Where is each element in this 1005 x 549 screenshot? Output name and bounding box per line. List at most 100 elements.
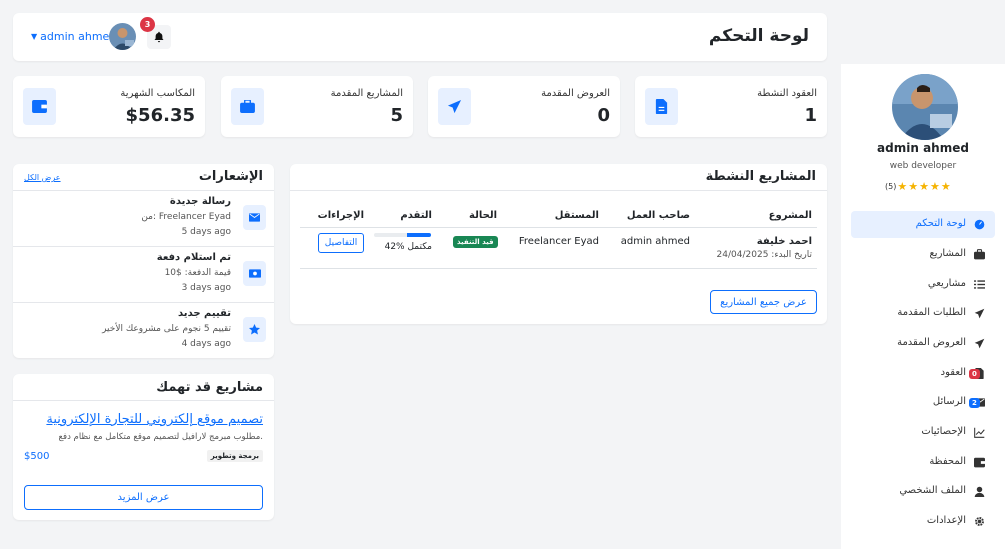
notification-time: 4 days ago	[181, 339, 231, 349]
notification-time: 5 days ago	[181, 227, 231, 237]
notification-item[interactable]: تم استلام دفعة قيمة الدفعة: $10 3 days a…	[13, 247, 274, 303]
category-tag: برمجة وتطوير	[206, 450, 263, 462]
sidebar-item-projects[interactable]: المشاريع	[851, 241, 995, 268]
column-header-actions: الإجراءات	[317, 210, 364, 221]
table-divider	[300, 227, 817, 228]
project-budget: $500	[24, 451, 50, 462]
column-header-project: المشروع	[768, 210, 812, 221]
active-projects-header: المشاريع النشطة	[290, 164, 827, 191]
bell-icon	[154, 31, 164, 43]
suggested-projects-header: مشاريع قد تهمك	[13, 374, 274, 401]
briefcase-icon	[974, 249, 985, 260]
page-title: لوحة التحكم	[708, 26, 809, 46]
stat-value: 5	[390, 105, 403, 126]
sidebar-item-label: المحفظة	[929, 456, 966, 467]
notification-title: تم استلام دفعة	[156, 252, 231, 263]
notification-desc: تقييم 5 نجوم على مشروعك الأخير	[102, 324, 231, 334]
notification-time: 3 days ago	[181, 283, 231, 293]
sidebar-item-contracts[interactable]: العقود 0	[851, 360, 995, 387]
top-bar: لوحة التحكم ▼ admin ahmed 3	[13, 13, 827, 61]
sidebar-item-messages[interactable]: الرسائل 2	[851, 389, 995, 416]
star-icon: ★	[940, 180, 951, 193]
user-icon	[974, 486, 985, 497]
stat-card-submitted-projects: المشاريع المقدمة 5	[221, 76, 413, 137]
stat-card-monthly-earnings: المكاسب الشهرية $56.35	[13, 76, 205, 137]
sidebar-item-label: مشاريعي	[927, 278, 966, 289]
sidebar-item-profile[interactable]: الملف الشخصي	[851, 478, 995, 505]
sidebar-item-settings[interactable]: الإعدادات	[851, 508, 995, 535]
paper-plane-icon	[974, 338, 985, 349]
star-icon: ★	[919, 180, 929, 193]
contracts-count-badge: 0	[969, 369, 980, 379]
stat-label: المشاريع المقدمة	[330, 88, 403, 99]
view-all-link[interactable]: عرض الكل	[24, 173, 61, 182]
notification-item[interactable]: تقييم جديد تقييم 5 نجوم على مشروعك الأخي…	[13, 303, 274, 359]
dashboard-icon	[974, 219, 985, 230]
sidebar-item-wallet[interactable]: المحفظة	[851, 449, 995, 476]
progress-bar-fill	[407, 233, 431, 237]
paper-plane-icon	[438, 88, 471, 125]
sidebar-item-submitted-requests[interactable]: الطلبات المقدمة	[851, 300, 995, 327]
active-projects-panel: المشاريع النشطة المشروع صاحب العمل المست…	[290, 164, 827, 324]
project-client: admin ahmed	[620, 236, 690, 247]
sidebar-item-label: الطلبات المقدمة	[897, 307, 966, 318]
gear-icon	[975, 517, 984, 526]
star-icon: ★	[929, 180, 940, 193]
notification-title: رسالة جديدة	[169, 196, 231, 207]
suggested-project-link[interactable]: تصميم موقع إلكتروني للتجارة الإلكترونية	[46, 412, 263, 427]
sidebar-item-label: لوحة التحكم	[915, 218, 966, 229]
wallet-icon	[23, 88, 56, 125]
profile-name: admin ahmed	[877, 141, 969, 155]
stat-value: 1	[804, 105, 817, 126]
stat-label: المكاسب الشهرية	[120, 88, 195, 99]
notification-desc: قيمة الدفعة: $10	[164, 268, 231, 278]
notification-item[interactable]: رسالة جديدة من: Freelancer Eyad 5 days a…	[13, 191, 274, 247]
rating-count: (5)	[885, 182, 897, 191]
star-icon: ★	[908, 180, 919, 193]
suggested-project-description: مطلوب مبرمج لارافيل لتصميم موقع متكامل م…	[58, 432, 263, 442]
notification-desc: من: Freelancer Eyad	[141, 212, 231, 222]
sidebar-item-label: المشاريع	[929, 248, 966, 259]
sidebar-item-dashboard[interactable]: لوحة التحكم	[851, 211, 995, 238]
money-icon	[243, 261, 266, 286]
avatar[interactable]	[109, 23, 136, 50]
suggested-projects-panel: مشاريع قد تهمك تصميم موقع إلكتروني للتجا…	[13, 374, 274, 520]
profile-role: web developer	[889, 161, 957, 171]
column-header-client: صاحب العمل	[626, 210, 690, 221]
sidebar-item-submitted-offers[interactable]: العروض المقدمة	[851, 330, 995, 357]
notification-count-badge: 3	[140, 17, 155, 32]
details-button[interactable]: التفاصيل	[318, 233, 364, 253]
list-icon	[974, 280, 985, 289]
status-badge: قيد التنفيذ	[453, 236, 498, 248]
table-divider	[300, 268, 817, 269]
sidebar-item-label: العقود	[940, 367, 966, 378]
progress-label: 42% مكتمل	[384, 242, 432, 252]
contract-file-icon	[645, 88, 678, 125]
caret-down-icon: ▼	[31, 32, 38, 41]
sidebar-item-my-projects[interactable]: مشاريعي	[851, 271, 995, 298]
sidebar-item-statistics[interactable]: الإحصائيات	[851, 419, 995, 446]
view-all-projects-button[interactable]: عرض جميع المشاريع	[710, 290, 817, 314]
user-name: admin ahmed	[40, 30, 117, 43]
notifications-panel: الإشعارات عرض الكل رسالة جديدة من: Freel…	[13, 164, 274, 358]
stat-label: العقود النشطة	[757, 88, 817, 99]
wallet-icon	[974, 457, 985, 468]
sidebar-item-label: الملف الشخصي	[899, 485, 966, 496]
sidebar-item-label: الإعدادات	[926, 515, 966, 526]
column-header-freelancer: المستقل	[554, 210, 599, 221]
notifications-title: الإشعارات	[198, 169, 263, 184]
sidebar-item-label: الإحصائيات	[921, 426, 966, 437]
progress-bar	[374, 233, 431, 237]
project-start-date: تاريخ البدء: 24/04/2025	[716, 250, 812, 260]
sidebar-item-label: العروض المقدمة	[897, 337, 966, 348]
star-icon: ★	[897, 180, 908, 193]
show-more-button[interactable]: عرض المزيد	[24, 485, 263, 510]
column-header-status: الحالة	[469, 210, 497, 221]
sidebar: admin ahmed web developer (5) ★ ★ ★ ★ ★ …	[841, 64, 1005, 549]
user-menu[interactable]: ▼ admin ahmed	[31, 30, 116, 43]
project-name: احمد خليفة	[756, 236, 812, 247]
stat-card-submitted-offers: العروض المقدمة 0	[428, 76, 620, 137]
project-freelancer: Freelancer Eyad	[518, 236, 599, 247]
messages-count-badge: 2	[969, 398, 980, 408]
briefcase-icon	[231, 88, 264, 125]
